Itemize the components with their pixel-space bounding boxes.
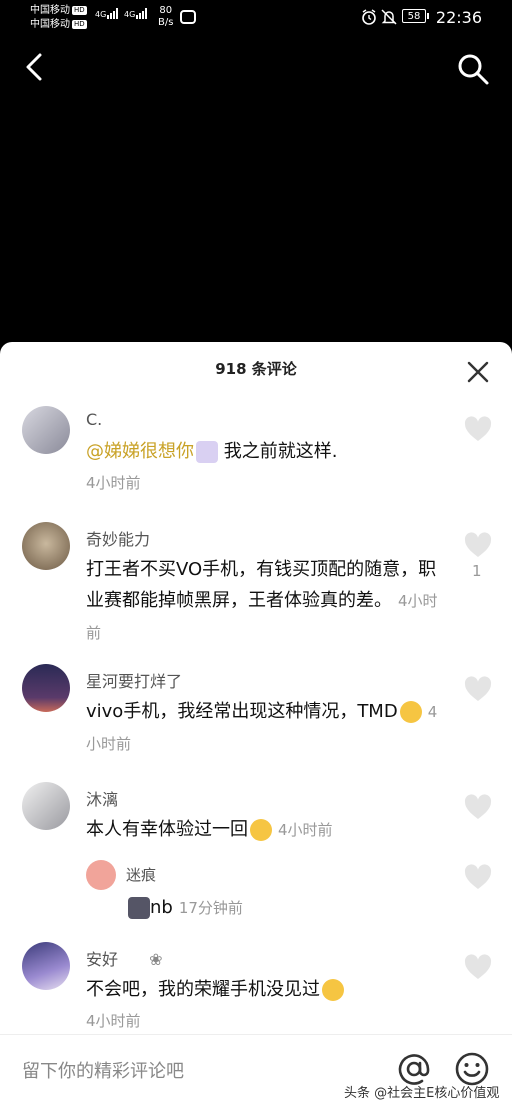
comment-sheet: 918 条评论 C. @娣娣很想你 我之前就这样. 4小时前 奇妙能力 打王者不… — [0, 342, 512, 1108]
status-bar: 中国移动 HD 中国移动 HD 4G 4G 80 B/s 58 22:36 — [0, 0, 512, 36]
avatar[interactable] — [22, 406, 70, 454]
username[interactable]: 沐漓 — [86, 786, 118, 810]
watermark: 头条 @社会主E核心价值观 — [344, 1086, 500, 1101]
heart-icon[interactable] — [464, 416, 492, 442]
mute-icon — [381, 9, 397, 25]
comment-time: 4小时前 — [86, 1012, 141, 1030]
comment-time: 17分钟前 — [178, 899, 243, 917]
user-badge-icon: ❀ — [149, 950, 163, 969]
username[interactable]: C. — [86, 410, 102, 429]
comment-text: nb 17分钟前 — [126, 892, 486, 924]
status-time: 22:36 — [435, 8, 482, 27]
network-speed: 80 B/s — [158, 5, 174, 28]
heart-icon[interactable] — [464, 532, 492, 558]
username[interactable]: 星河要打烊了 — [86, 668, 182, 692]
cat-emoji-icon — [128, 897, 150, 919]
username[interactable]: 奇妙能力 — [86, 526, 150, 550]
heart-icon[interactable] — [464, 864, 492, 890]
comment-text: @娣娣很想你 我之前就这样. — [86, 441, 338, 463]
username[interactable]: 迷痕 — [126, 864, 156, 885]
signal-icon: 4G — [124, 8, 148, 19]
mention-link[interactable]: @娣娣很想你 — [86, 441, 194, 462]
comment-time: 4小时前 — [86, 474, 141, 492]
username[interactable]: 安好 ❀ — [86, 946, 163, 970]
hd-badge: HD — [72, 19, 87, 29]
comment-text: 不会吧，我的荣耀手机没见过 — [86, 974, 446, 1005]
laughing-emoji-icon — [322, 979, 344, 1001]
comment-time: 4小时前 — [278, 821, 333, 839]
carrier-2: 中国移动 HD — [30, 19, 87, 30]
avatar[interactable] — [22, 664, 70, 712]
carrier-1: 中国移动 HD — [30, 5, 87, 16]
avatar[interactable] — [22, 522, 70, 570]
alarm-icon — [362, 9, 376, 25]
crying-emoji-icon — [399, 701, 422, 723]
avatar[interactable] — [22, 782, 70, 830]
close-icon[interactable] — [466, 360, 490, 384]
like-count: 1 — [472, 562, 482, 580]
signal-icon: 4G — [95, 8, 119, 19]
comment-text: vivo手机，我经常出现这种情况，TMD 4小时前 — [86, 701, 438, 753]
back-arrow-icon[interactable] — [22, 52, 46, 82]
heart-icon[interactable] — [464, 794, 492, 820]
comment-text: 打王者不买VO手机，有钱买顶配的随意，职业赛都能掉帧黑屏，王者体验真的差。 4小时… — [86, 559, 438, 642]
avatar[interactable] — [86, 860, 116, 890]
hd-badge: HD — [72, 5, 87, 15]
app-notification-icon — [180, 10, 196, 24]
battery-indicator: 58 — [402, 9, 426, 23]
avatar[interactable] — [22, 942, 70, 990]
fairy-emoji-icon — [196, 441, 218, 463]
heart-icon[interactable] — [464, 954, 492, 980]
battery-tip — [427, 13, 429, 19]
flushed-emoji-icon — [250, 819, 272, 841]
comment-input[interactable]: 留下你的精彩评论吧 — [22, 1057, 184, 1083]
search-icon[interactable] — [456, 52, 490, 86]
heart-icon[interactable] — [464, 676, 492, 702]
comment-count-title: 918 条评论 — [215, 360, 297, 378]
comment-text: 本人有幸体验过一回 4小时前 — [86, 819, 333, 841]
